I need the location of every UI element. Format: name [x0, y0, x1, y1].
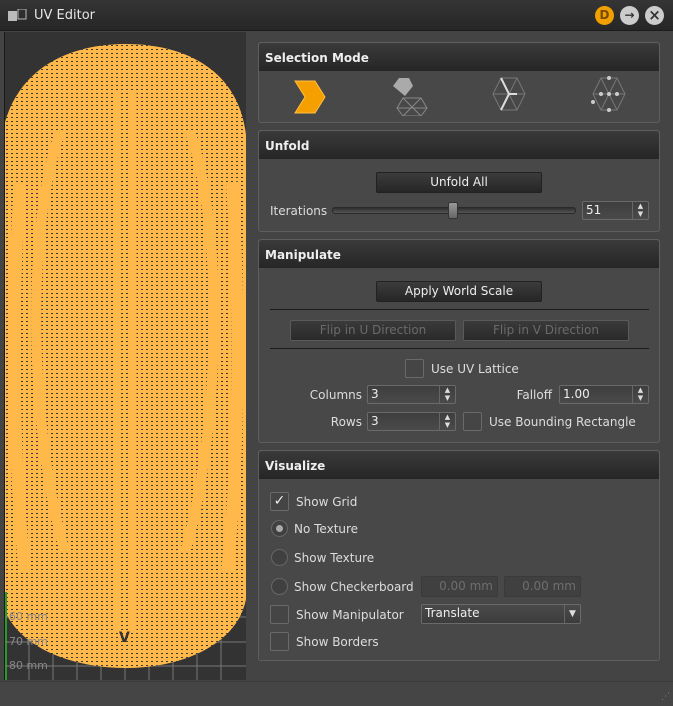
group-header: Unfold: [259, 131, 659, 159]
manipulate-group: Manipulate Apply World Scale Flip in U D…: [258, 239, 660, 443]
v-axis-label: V: [119, 630, 130, 646]
manipulator-mode-dropdown[interactable]: Translate ▼: [421, 604, 581, 624]
spin-arrows-icon[interactable]: ▲ ▼: [439, 413, 455, 430]
uv-mesh[interactable]: [5, 32, 246, 680]
chevron-down-icon[interactable]: ▼: [564, 605, 580, 623]
checker-u-field[interactable]: 0.00 mm: [421, 576, 498, 597]
face-mode-icon[interactable]: [291, 79, 327, 115]
falloff-label: Falloff: [516, 388, 552, 402]
edge-mode-icon[interactable]: [491, 76, 527, 116]
use-bounding-rectangle-checkbox[interactable]: [463, 412, 482, 431]
iterations-spinbox[interactable]: 51 ▲ ▼: [582, 201, 649, 220]
falloff-spinbox[interactable]: 1.00 ▲ ▼: [559, 385, 649, 404]
title-bar: UV Editor D → ×: [0, 0, 673, 31]
apply-world-scale-button[interactable]: Apply World Scale: [376, 281, 542, 302]
show-texture-radio[interactable]: [271, 549, 288, 566]
float-button[interactable]: →: [620, 6, 639, 25]
unfold-all-button[interactable]: Unfold All: [376, 172, 542, 193]
columns-spinbox[interactable]: 3 ▲ ▼: [367, 385, 456, 404]
slider-handle[interactable]: [448, 202, 458, 219]
visualize-group: Visualize ✓ Show Grid No Texture Show Te…: [258, 450, 660, 661]
use-uv-lattice-checkbox[interactable]: [405, 359, 424, 378]
group-header: Selection Mode: [259, 43, 659, 71]
iterations-value: 51: [586, 203, 602, 217]
selection-mode-group: Selection Mode: [258, 42, 660, 123]
show-borders-label: Show Borders: [296, 635, 379, 649]
unfold-group: Unfold Unfold All Iterations 51 ▲ ▼: [258, 130, 660, 232]
manipulator-mode-value: Translate: [425, 606, 480, 620]
iterations-slider[interactable]: [332, 202, 576, 219]
grid-label: -70 mm: [5, 635, 48, 648]
flip-u-button[interactable]: Flip in U Direction: [290, 320, 456, 341]
divider: [270, 348, 649, 349]
resize-grip-icon[interactable]: ⋰: [661, 692, 670, 702]
no-texture-label: No Texture: [294, 522, 359, 536]
show-manipulator-checkbox[interactable]: [270, 605, 289, 624]
status-bar: ⋰: [0, 681, 673, 706]
show-texture-label: Show Texture: [294, 551, 375, 565]
show-checkerboard-radio[interactable]: [271, 578, 288, 595]
vertex-mode-icon[interactable]: [591, 76, 627, 116]
dock-button[interactable]: D: [595, 6, 614, 25]
window-title: UV Editor: [34, 8, 96, 23]
show-grid-checkbox[interactable]: ✓: [270, 492, 289, 511]
group-header: Manipulate: [259, 240, 659, 268]
rows-spinbox[interactable]: 3 ▲ ▼: [367, 412, 456, 431]
spin-arrows-icon[interactable]: ▲ ▼: [439, 386, 455, 403]
iterations-label: Iterations: [270, 204, 328, 218]
use-bounding-rectangle-label: Use Bounding Rectangle: [489, 415, 636, 429]
rows-value: 3: [371, 414, 379, 428]
shell-mode-icon[interactable]: [389, 76, 429, 116]
show-borders-checkbox[interactable]: [270, 632, 289, 651]
spin-arrows-icon[interactable]: ▲ ▼: [632, 386, 648, 403]
uv-viewport[interactable]: -60 mm -70 mm -80 mm V: [4, 32, 246, 680]
columns-value: 3: [371, 387, 379, 401]
falloff-value: 1.00: [563, 387, 590, 401]
grid-label: -80 mm: [5, 659, 48, 672]
grid-label: -60 mm: [5, 610, 48, 623]
group-header: Visualize: [259, 451, 659, 479]
checker-v-field[interactable]: 0.00 mm: [504, 576, 581, 597]
show-checkerboard-label: Show Checkerboard: [294, 580, 414, 594]
no-texture-radio[interactable]: [271, 520, 288, 537]
show-manipulator-label: Show Manipulator: [296, 608, 404, 622]
columns-label: Columns: [309, 388, 362, 402]
spin-arrows-icon[interactable]: ▲ ▼: [632, 202, 648, 219]
show-grid-label: Show Grid: [296, 495, 358, 509]
close-button[interactable]: ×: [645, 6, 664, 25]
use-uv-lattice-label: Use UV Lattice: [431, 362, 519, 376]
flip-v-button[interactable]: Flip in V Direction: [463, 320, 629, 341]
rows-label: Rows: [330, 415, 362, 429]
uv-editor-icon: [8, 9, 27, 21]
divider: [270, 309, 649, 310]
